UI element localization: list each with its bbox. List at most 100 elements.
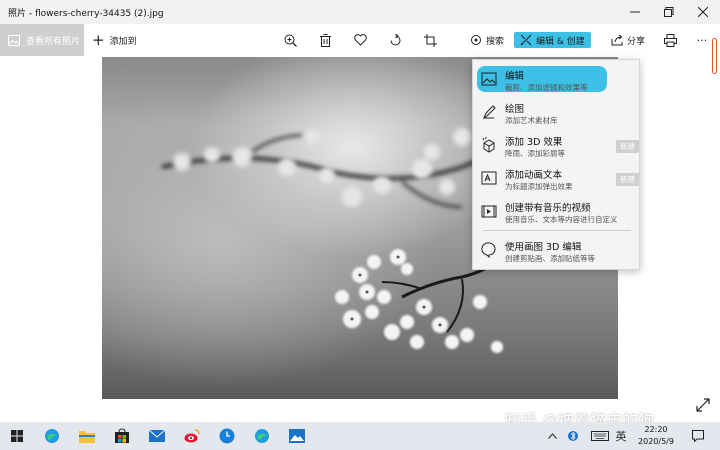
close-button[interactable] [686,0,720,24]
share-button[interactable]: 分享 [608,24,648,56]
menu-divider [483,230,631,231]
menu-item-subtitle: 裁剪、添加滤镜和效果等 [505,83,588,92]
edit-create-menu: 编辑 裁剪、添加滤镜和效果等 绘图 添加艺术素材库 添加 3D 效果 降雨、添加… [472,59,640,270]
search-icon [470,35,481,45]
menu-item-subtitle: 创建剪贴画、添加贴纸等等 [505,254,595,263]
zoom-button[interactable] [282,24,298,56]
menu-item-video-with-music[interactable]: 创建带有音乐的视频 使用音乐、文本等内容进行自定义 [473,196,639,228]
edit-create-icon [520,34,532,46]
keyboard-button[interactable] [588,422,612,450]
search-button[interactable]: 搜索 [467,24,507,56]
search-label: 搜索 [485,36,504,47]
clock-icon [219,428,235,444]
taskbar: 英 22:20 2020/5/9 [0,422,720,450]
toolbar: 查看所有照片 + 添加到 搜索 编辑 & 创建 分享 ··· [0,24,720,56]
windows-icon [11,430,23,442]
clock-time: 22:20 [644,425,668,434]
menu-item-title: 编辑 [505,71,525,82]
taskbar-weibo[interactable] [181,425,203,447]
new-badge: 新建 [616,140,639,153]
minimize-icon [630,11,640,13]
add-to-button[interactable]: + 添加到 [92,24,137,56]
taskbar-store[interactable] [111,425,133,447]
bluetooth-button[interactable] [566,422,580,450]
scrollbar[interactable] [710,38,718,76]
menu-item-subtitle: 添加艺术素材库 [505,116,558,125]
window-title: 照片 - flowers-cherry-34435 (2).jpg [8,8,164,19]
menu-item-edit[interactable]: 编辑 裁剪、添加滤镜和效果等 [473,64,639,96]
menu-item-subtitle: 为标题添加弹出效果 [505,182,573,191]
menu-item-title: 绘图 [505,104,525,115]
menu-item-subtitle: 降雨、添加彩屑等 [505,149,565,158]
edit-create-label: 编辑 & 创建 [536,36,585,47]
taskbar-clock-app[interactable] [216,425,238,447]
pen-icon [482,105,496,120]
new-badge: 新建 [616,173,639,186]
menu-item-title: 创建带有音乐的视频 [505,203,591,214]
taskbar-mail[interactable] [146,425,168,447]
crop-icon [423,33,437,47]
favorite-button[interactable] [352,24,368,56]
keyboard-icon [591,431,609,441]
photo-icon [8,34,20,46]
chevron-up-icon [547,433,557,439]
add-to-label: 添加到 [109,36,137,47]
image-edit-icon [481,72,497,86]
weibo-icon [184,429,200,443]
menu-item-3d-effects[interactable]: 添加 3D 效果 降雨、添加彩屑等 新建 [473,130,639,162]
taskbar-photos[interactable] [286,425,308,447]
print-icon [663,33,677,47]
rotate-button[interactable] [387,24,403,56]
taskbar-file-explorer[interactable] [76,425,98,447]
mail-icon [149,430,165,442]
plus-icon: + [92,30,105,49]
tray-overflow-button[interactable] [545,422,559,450]
more-button[interactable]: ··· [692,24,712,56]
animated-text-icon [481,171,497,185]
notification-icon [692,430,704,442]
menu-item-title: 添加 3D 效果 [505,137,563,148]
maximize-icon [664,7,674,17]
print-button[interactable] [662,24,678,56]
delete-button[interactable] [317,24,333,56]
video-icon [481,205,497,218]
menu-item-title: 添加动画文本 [505,170,563,181]
menu-item-paint3d[interactable]: 使用画图 3D 编辑 创建剪贴画、添加贴纸等等 [473,235,639,267]
edge-icon [255,429,269,443]
rotate-icon [390,33,400,45]
heart-icon [353,34,367,46]
zoom-icon [284,34,297,47]
maximize-button[interactable] [652,0,686,24]
menu-item-draw[interactable]: 绘图 添加艺术素材库 [473,97,639,129]
taskbar-clock[interactable]: 22:20 2020/5/9 [630,424,682,448]
taskbar-edge[interactable] [41,425,63,447]
menu-item-subtitle: 使用音乐、文本等内容进行自定义 [505,215,618,224]
fullscreen-button[interactable] [694,396,712,414]
menu-item-title: 使用画图 3D 编辑 [505,242,582,253]
taskbar-edge-2[interactable] [251,425,273,447]
bluetooth-icon [568,431,578,441]
share-label: 分享 [626,36,645,47]
close-icon [698,7,708,17]
see-all-photos-button[interactable]: 查看所有照片 [0,24,84,56]
folder-icon [79,431,95,443]
store-icon [115,428,129,443]
menu-item-animated-text[interactable]: 添加动画文本 为标题添加弹出效果 新建 [473,163,639,195]
title-bar: 照片 - flowers-cherry-34435 (2).jpg [0,0,720,24]
paint3d-icon [481,242,496,258]
see-all-photos-label: 查看所有照片 [26,36,81,47]
scrollbar-thumb[interactable] [712,38,717,74]
photos-icon [289,429,305,443]
start-button[interactable] [6,425,28,447]
ime-indicator[interactable]: 英 [612,422,630,450]
clock-date: 2020/5/9 [638,437,674,446]
action-center-button[interactable] [688,422,708,450]
expand-icon [696,398,710,412]
minimize-button[interactable] [618,0,652,24]
edit-create-button[interactable]: 编辑 & 创建 [514,32,591,48]
share-icon [611,34,623,46]
trash-icon [319,33,331,47]
crop-button[interactable] [422,24,438,56]
edge-icon [45,429,59,443]
3d-effects-icon [482,137,495,153]
